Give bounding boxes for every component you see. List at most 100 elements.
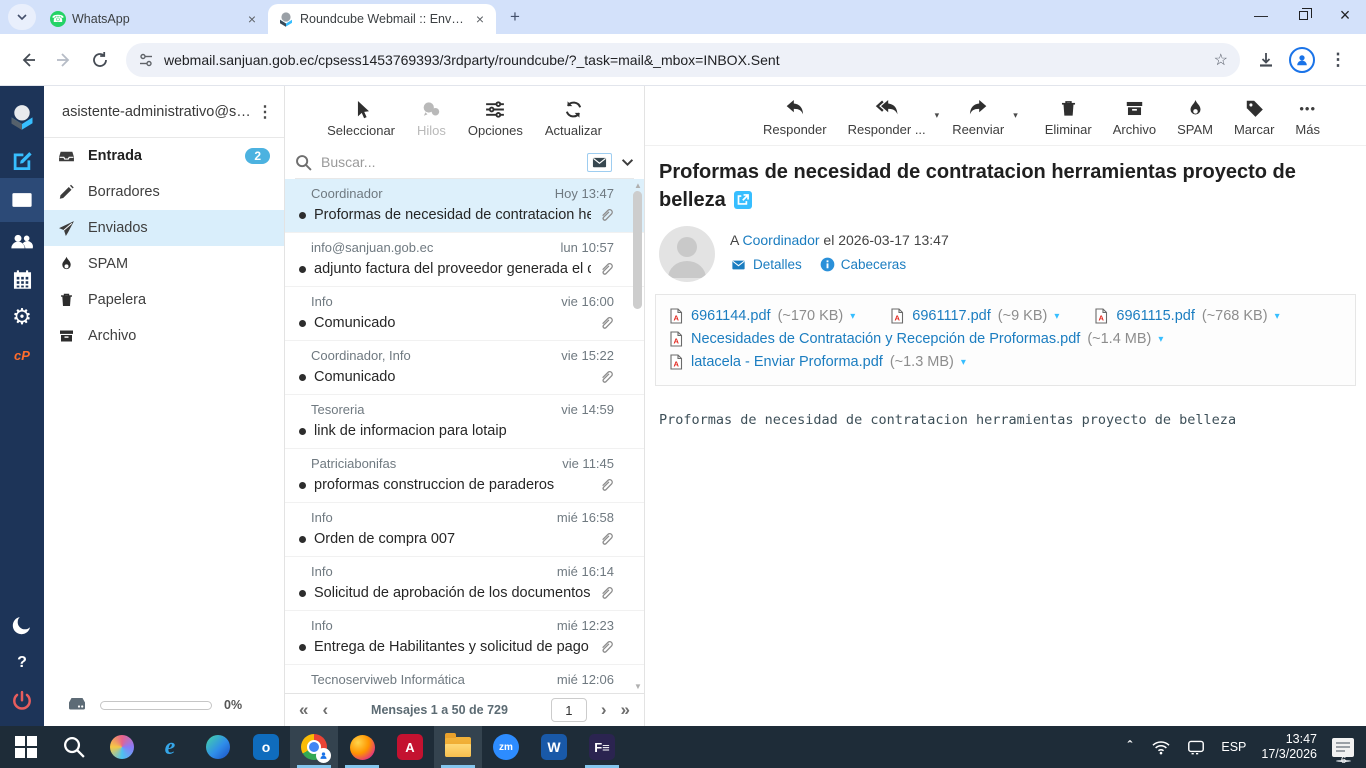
mark-button[interactable]: Marcar (1234, 99, 1274, 137)
taskbar-explorer-button[interactable] (434, 726, 482, 768)
message-row[interactable]: Tesoreria vie 14:59 link de informacion p… (285, 395, 644, 449)
tab-whatsapp[interactable]: ☎ WhatsApp × (40, 4, 268, 34)
select-button[interactable]: Seleccionar (327, 100, 395, 138)
first-page-button[interactable]: « (299, 700, 308, 720)
attachment-item[interactable]: Necesidades de Contratación y Recepción … (668, 331, 1163, 347)
compose-icon[interactable] (0, 140, 44, 178)
options-button[interactable]: Opciones (468, 100, 523, 138)
details-toggle[interactable]: Detalles (730, 257, 802, 272)
calendar-icon[interactable] (0, 260, 44, 298)
new-tab-button[interactable]: + (502, 4, 528, 30)
bookmark-star-icon[interactable]: ☆ (1214, 50, 1228, 70)
message-row[interactable]: Info mié 12:23 Entrega de Habilitantes y … (285, 611, 644, 665)
taskbar-f-app-button[interactable]: F≡ (578, 726, 626, 768)
message-row[interactable]: Info mié 16:58 Orden de compra 007 (285, 503, 644, 557)
open-in-new-window-icon[interactable] (733, 191, 752, 209)
reply-button[interactable]: Responder (763, 99, 827, 137)
archive-button[interactable]: Archivo (1113, 99, 1156, 137)
folder-archivo[interactable]: Archivo (44, 318, 284, 354)
settings-gear-icon[interactable]: ⚙ (0, 298, 44, 336)
logout-power-icon[interactable] (0, 682, 44, 720)
taskbar-firefox-button[interactable] (338, 726, 386, 768)
attachment-menu-caret-icon[interactable]: ▾ (850, 311, 855, 322)
scroll-up-icon[interactable]: ▲ (633, 181, 643, 190)
dark-mode-icon[interactable] (0, 606, 44, 644)
message-row[interactable]: Coordinador Hoy 13:47 Proformas de necesi… (285, 179, 644, 233)
url-text[interactable]: webmail.sanjuan.gob.ec/cpsess1453769393/… (164, 52, 1214, 68)
reply-all-caret-icon[interactable]: ▾ (935, 110, 940, 121)
message-row[interactable]: Tecnoserviweb Informática mié 12:06 (285, 665, 644, 693)
cast-icon[interactable] (1186, 739, 1206, 755)
recipient-link[interactable]: Coordinador (742, 232, 819, 248)
list-scrollbar[interactable]: ▲ ▼ (631, 179, 643, 693)
window-minimize-button[interactable]: — (1240, 0, 1282, 30)
back-icon[interactable] (10, 42, 46, 78)
attachment-name[interactable]: 6961115.pdf (1116, 308, 1194, 324)
window-close-button[interactable]: × (1324, 0, 1366, 30)
scroll-down-icon[interactable]: ▼ (633, 682, 643, 691)
taskbar-search-button[interactable] (50, 726, 98, 768)
more-button[interactable]: ••• Más (1295, 99, 1320, 137)
taskbar-zoom-button[interactable]: zm (482, 726, 530, 768)
attachment-item[interactable]: 6961117.pdf (~9 KB) ▾ (889, 308, 1059, 324)
attachment-menu-caret-icon[interactable]: ▾ (961, 357, 966, 368)
folder-spam[interactable]: SPAM (44, 246, 284, 282)
forward-caret-icon[interactable]: ▾ (1013, 110, 1018, 121)
folder-papelera[interactable]: Papelera (44, 282, 284, 318)
folder-enviados[interactable]: Enviados (44, 210, 284, 246)
attachment-name[interactable]: latacela - Enviar Proforma.pdf (691, 354, 883, 370)
search-scope-icon[interactable] (587, 152, 612, 172)
attachment-name[interactable]: 6961144.pdf (691, 308, 771, 324)
message-row[interactable]: Info mié 16:14 Solicitud de aprobación de… (285, 557, 644, 611)
cpanel-icon[interactable]: cP (0, 336, 44, 374)
next-page-button[interactable]: › (601, 700, 607, 720)
tab-close-icon[interactable]: × (472, 11, 488, 27)
profile-icon[interactable] (1284, 42, 1320, 78)
tray-chevron-icon[interactable]: ＾ (1123, 738, 1136, 757)
site-settings-icon[interactable] (138, 52, 154, 68)
scrollbar-thumb[interactable] (633, 191, 642, 309)
taskbar-word-button[interactable]: W (530, 726, 578, 768)
forward-icon[interactable] (46, 42, 82, 78)
mail-icon[interactable] (0, 178, 44, 222)
attachment-item[interactable]: 6961115.pdf (~768 KB) ▾ (1093, 308, 1280, 324)
delete-button[interactable]: Eliminar (1045, 99, 1092, 137)
tab-roundcube[interactable]: Roundcube Webmail :: Enviados × (268, 4, 496, 34)
language-indicator[interactable]: ESP (1221, 740, 1246, 754)
headers-toggle[interactable]: Cabeceras (820, 257, 906, 272)
last-page-button[interactable]: » (621, 700, 630, 720)
search-options-chevron-icon[interactable] (621, 156, 634, 169)
taskbar-acrobat-button[interactable]: A (386, 726, 434, 768)
message-row[interactable]: info@sanjuan.gob.ec lun 10:57 adjunto fac… (285, 233, 644, 287)
wifi-icon[interactable] (1151, 740, 1171, 755)
taskbar-ie-button[interactable]: e (146, 726, 194, 768)
account-menu-icon[interactable]: ⋮ (253, 102, 276, 122)
attachment-name[interactable]: Necesidades de Contratación y Recepción … (691, 331, 1080, 347)
attachment-menu-caret-icon[interactable]: ▾ (1158, 334, 1163, 345)
attachment-menu-caret-icon[interactable]: ▾ (1275, 311, 1280, 322)
message-row[interactable]: Info vie 16:00 Comunicado (285, 287, 644, 341)
spam-button[interactable]: SPAM (1177, 99, 1213, 137)
message-row[interactable]: Coordinador, Info vie 15:22 Comunicado (285, 341, 644, 395)
help-icon[interactable]: ? (0, 644, 44, 682)
attachment-menu-caret-icon[interactable]: ▾ (1054, 311, 1059, 322)
download-icon[interactable] (1248, 42, 1284, 78)
taskbar-copilot-button[interactable] (98, 726, 146, 768)
browser-menu-icon[interactable]: ⋮ (1320, 42, 1356, 78)
refresh-button[interactable]: Actualizar (545, 100, 602, 138)
notification-center-icon[interactable]: 6 (1332, 737, 1354, 766)
message-row[interactable]: Patriciabonifas vie 11:45 proformas const… (285, 449, 644, 503)
taskbar-chrome-button[interactable] (290, 726, 338, 768)
attachment-item[interactable]: latacela - Enviar Proforma.pdf (~1.3 MB)… (668, 354, 966, 370)
prev-page-button[interactable]: ‹ (322, 700, 328, 720)
tab-close-icon[interactable]: × (244, 11, 260, 27)
contacts-icon[interactable] (0, 222, 44, 260)
address-bar[interactable]: webmail.sanjuan.gob.ec/cpsess1453769393/… (126, 42, 1240, 77)
reload-icon[interactable] (82, 42, 118, 78)
taskbar-outlook-button[interactable]: o (242, 726, 290, 768)
attachment-item[interactable]: 6961144.pdf (~170 KB) ▾ (668, 308, 855, 324)
start-button[interactable] (2, 726, 50, 768)
taskbar-edge-button[interactable] (194, 726, 242, 768)
search-input[interactable] (321, 154, 578, 170)
reply-all-button[interactable]: Responder ... (848, 99, 926, 137)
